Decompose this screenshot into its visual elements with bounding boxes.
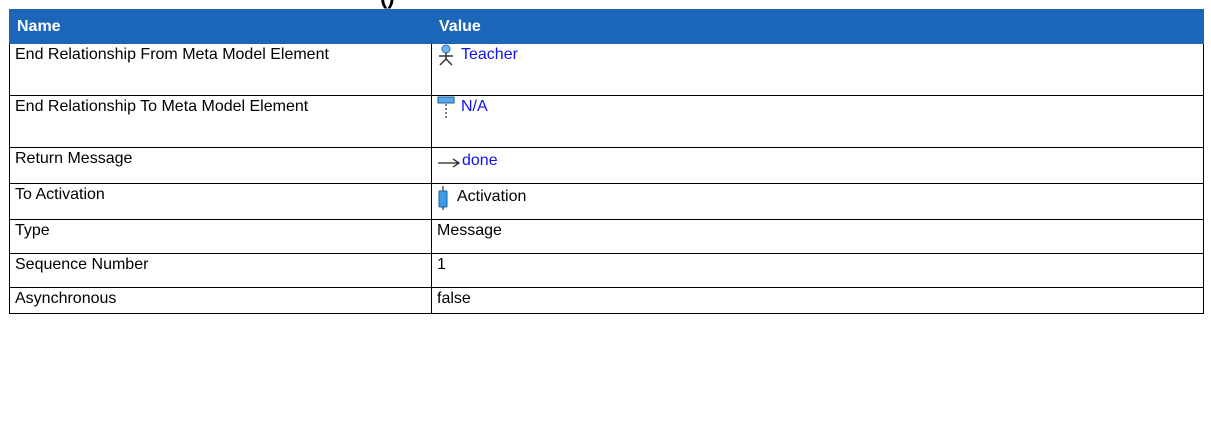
- property-name: End Relationship From Meta Model Element: [9, 43, 432, 96]
- clipped-heading: (): [380, 0, 395, 8]
- property-value: Activation: [431, 183, 1204, 220]
- table-row: End Relationship To Meta Model Element N…: [9, 95, 1204, 148]
- value-link[interactable]: done: [462, 152, 498, 169]
- table-row: Sequence Number 1: [9, 253, 1204, 288]
- property-value: Message: [431, 219, 1204, 254]
- page: () Name Value End Relationship From Meta…: [0, 0, 1211, 421]
- actor-icon: [437, 44, 455, 73]
- lifeline-icon: [437, 96, 455, 127]
- property-name: To Activation: [9, 183, 432, 220]
- table-row: End Relationship From Meta Model Element…: [9, 43, 1204, 96]
- property-name: Return Message: [9, 147, 432, 184]
- property-name: End Relationship To Meta Model Element: [9, 95, 432, 148]
- property-name: Asynchronous: [9, 287, 432, 314]
- table-row: Return Message done: [9, 147, 1204, 184]
- property-name: Sequence Number: [9, 253, 432, 288]
- table-row: Type Message: [9, 219, 1204, 254]
- property-value: false: [431, 287, 1204, 314]
- property-value: Teacher: [431, 43, 1204, 96]
- properties-table: Name Value End Relationship From Meta Mo…: [9, 9, 1204, 314]
- value-column-header: Value: [431, 9, 1204, 44]
- property-value: 1: [431, 253, 1204, 288]
- property-name: Type: [9, 219, 432, 254]
- table-row: To Activation Activation: [9, 183, 1204, 220]
- arrow-right-icon: [437, 150, 461, 179]
- table-row: Asynchronous false: [9, 287, 1204, 314]
- property-value: N/A: [431, 95, 1204, 148]
- value-link[interactable]: N/A: [461, 98, 488, 115]
- value-text: Activation: [457, 188, 527, 205]
- name-column-header: Name: [9, 9, 432, 44]
- table-header-row: Name Value: [9, 9, 1204, 44]
- activation-icon: [437, 186, 449, 217]
- value-link[interactable]: Teacher: [461, 46, 518, 63]
- property-value: done: [431, 147, 1204, 184]
